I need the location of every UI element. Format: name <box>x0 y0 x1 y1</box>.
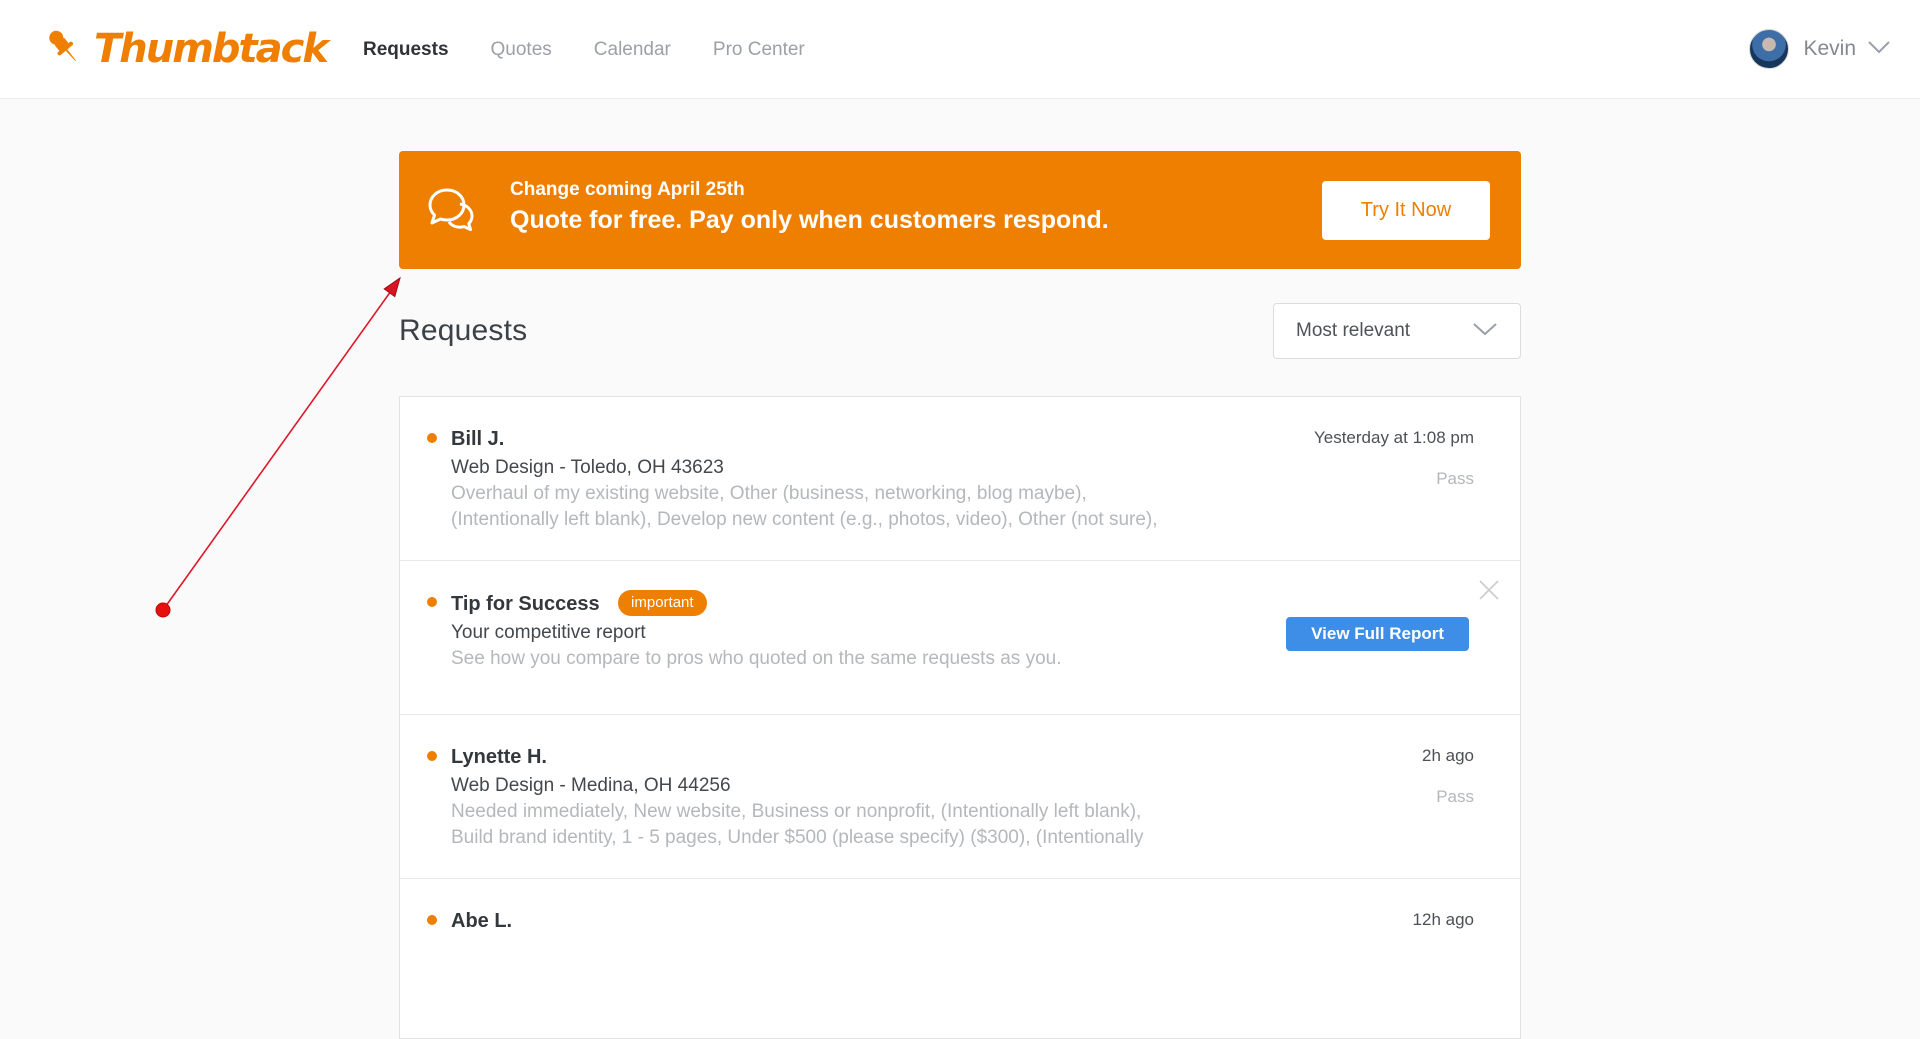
thumbtack-pin-icon <box>40 23 88 76</box>
request-meta: Yesterday at 1:08 pm Pass <box>1314 427 1474 489</box>
promo-banner: Change coming April 25th Quote for free.… <box>399 151 1521 269</box>
nav-requests[interactable]: Requests <box>363 0 449 99</box>
avatar <box>1749 29 1790 69</box>
sort-dropdown[interactable]: Most relevant <box>1273 303 1521 359</box>
request-description: (Intentionally left blank), Develop new … <box>451 509 1158 530</box>
request-timestamp: 2h ago <box>1422 746 1474 765</box>
banner-subtitle: Quote for free. Pay only when customers … <box>510 206 1109 234</box>
main-content: Change coming April 25th Quote for free.… <box>399 151 1521 1039</box>
request-name: Abe L. <box>451 910 513 932</box>
request-timestamp: 12h ago <box>1412 910 1474 929</box>
unread-dot-icon <box>427 433 437 443</box>
request-meta: 2h ago Pass <box>1422 745 1474 807</box>
unread-dot-icon <box>427 751 437 761</box>
view-full-report-button[interactable]: View Full Report <box>1286 617 1469 651</box>
user-name: Kevin <box>1803 37 1856 60</box>
banner-title: Change coming April 25th <box>510 179 745 200</box>
nav-calendar[interactable]: Calendar <box>594 0 671 99</box>
close-icon[interactable] <box>1476 577 1502 603</box>
title-row: Requests Most relevant <box>399 302 1521 360</box>
request-row[interactable]: Abe L. 12h ago <box>400 878 1520 1038</box>
brand-name: Thumbtack <box>94 26 329 72</box>
thumbtack-logo[interactable]: Thumbtack <box>40 23 329 76</box>
tip-row[interactable]: Tip for Success important Your competiti… <box>400 560 1520 714</box>
request-description: Build brand identity, 1 - 5 pages, Under… <box>451 827 1144 848</box>
chevron-down-icon <box>1470 320 1500 343</box>
request-meta: 12h ago <box>1413 909 1474 931</box>
chat-bubbles-icon <box>427 187 477 240</box>
request-row[interactable]: Lynette H. Web Design - Medina, OH 44256… <box>400 714 1520 878</box>
main-nav: Requests Quotes Calendar Pro Center <box>363 0 847 99</box>
request-row[interactable]: Bill J. Web Design - Toledo, OH 43623 Ov… <box>400 397 1520 560</box>
sort-value: Most relevant <box>1296 320 1411 341</box>
request-list: Bill J. Web Design - Toledo, OH 43623 Ov… <box>399 396 1521 1039</box>
chevron-down-icon <box>1866 39 1892 60</box>
request-description: Needed immediately, New website, Busines… <box>451 801 1142 822</box>
unread-dot-icon <box>427 597 437 607</box>
request-timestamp: Yesterday at 1:08 pm <box>1313 428 1474 447</box>
nav-quotes[interactable]: Quotes <box>491 0 552 99</box>
request-name: Lynette H. <box>451 746 547 768</box>
nav-pro-center[interactable]: Pro Center <box>713 0 805 99</box>
try-it-now-button[interactable]: Try It Now <box>1322 181 1490 240</box>
pass-link[interactable]: Pass <box>1436 787 1474 807</box>
page-title: Requests <box>399 314 528 347</box>
tip-title: Tip for Success <box>451 593 600 615</box>
pass-link[interactable]: Pass <box>1436 469 1474 489</box>
request-name: Bill J. <box>451 428 505 450</box>
banner-text: Change coming April 25th Quote for free.… <box>510 177 1109 237</box>
request-category-location: Web Design - Medina, OH 44256 <box>451 775 731 796</box>
top-navbar: Thumbtack Requests Quotes Calendar Pro C… <box>0 0 1920 99</box>
important-badge: important <box>618 590 707 616</box>
user-menu[interactable]: Kevin <box>1749 29 1892 69</box>
unread-dot-icon <box>427 915 437 925</box>
